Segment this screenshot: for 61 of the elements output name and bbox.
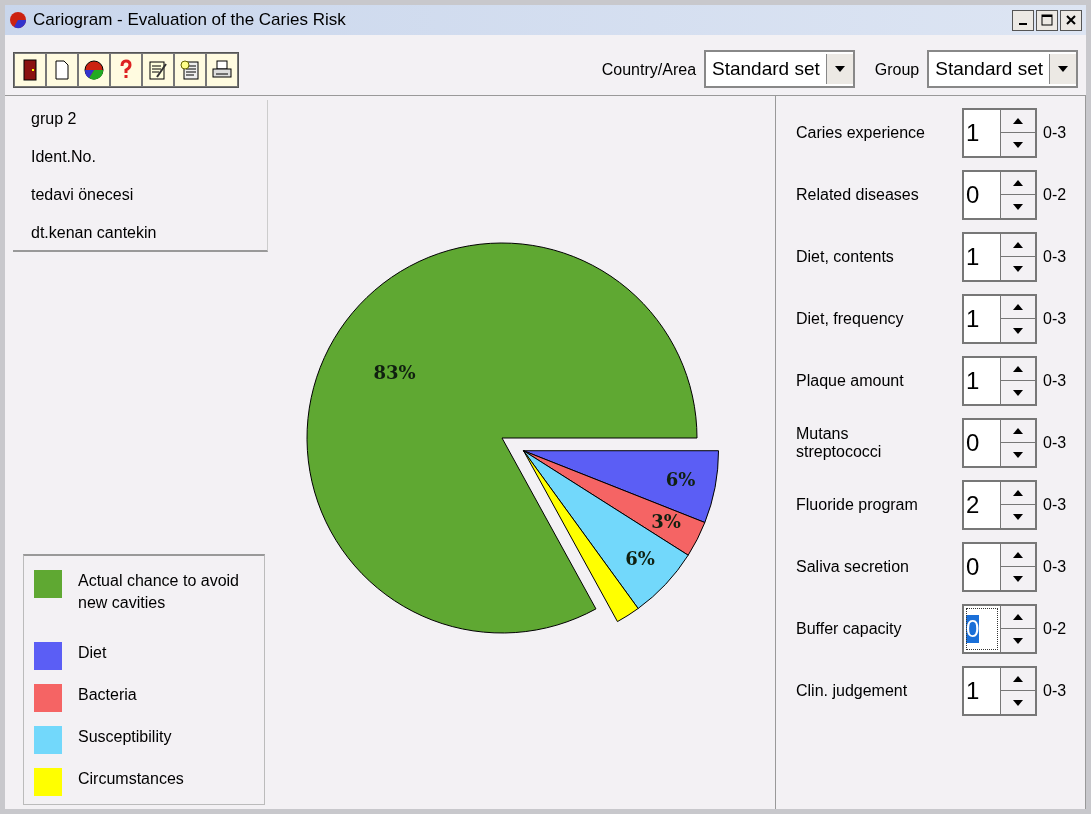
minimize-button[interactable] xyxy=(1012,9,1034,31)
factor-range: 0-3 xyxy=(1043,248,1067,266)
patient-info-text: Ident.No. xyxy=(31,148,97,166)
factor-range: 0-3 xyxy=(1043,682,1067,700)
factor-label: Diet, contents xyxy=(796,248,895,266)
factor-label: Mutans streptococci xyxy=(796,425,883,461)
country-label: Country/Area xyxy=(601,61,697,79)
chart-button[interactable] xyxy=(78,53,110,87)
page-icon xyxy=(52,59,72,81)
country-dropdown[interactable]: Standard set xyxy=(704,50,855,88)
edit-button[interactable] xyxy=(142,53,174,87)
factor-label: Caries experience xyxy=(796,124,926,142)
door-icon xyxy=(20,59,40,81)
factor-label: Diet, frequency xyxy=(796,310,905,328)
window-title: Cariogram - Evaluation of the Caries Risk xyxy=(33,10,347,30)
factor-range: 0-3 xyxy=(1043,558,1067,576)
factor-range: 0-3 xyxy=(1043,434,1067,452)
slice-percentage: 6% xyxy=(665,468,696,490)
new-button[interactable] xyxy=(46,53,78,87)
legend-label: Susceptibility xyxy=(78,727,172,747)
legend-label: Bacteria xyxy=(78,685,137,705)
factor-label: Fluoride program xyxy=(796,496,919,514)
factor-range: 0-3 xyxy=(1043,124,1067,142)
slice-percentage: 6% xyxy=(625,548,655,570)
caret-icon xyxy=(1058,66,1068,72)
legend-label: Circumstances xyxy=(78,769,184,789)
help-icon xyxy=(118,59,134,81)
notes-button[interactable] xyxy=(174,53,206,87)
group-label: Group xyxy=(874,61,920,79)
patient-info-text: grup 2 xyxy=(31,110,78,128)
caret-icon xyxy=(834,66,845,72)
close-button[interactable] xyxy=(1060,9,1082,31)
patient-info-text: tedavi önecesi xyxy=(31,186,135,204)
exit-button[interactable] xyxy=(14,53,46,87)
printer-icon xyxy=(211,59,233,81)
factor-range: 0-2 xyxy=(1043,620,1067,638)
help-button[interactable] xyxy=(110,53,142,87)
factor-range: 0-2 xyxy=(1043,186,1067,204)
factor-range: 0-3 xyxy=(1043,372,1067,390)
factor-label: Related diseases xyxy=(796,186,920,204)
print-button[interactable] xyxy=(206,53,238,87)
factor-label: Buffer capacity xyxy=(796,620,903,638)
edit-icon xyxy=(147,59,169,81)
group-dropdown[interactable]: Standard set xyxy=(927,50,1078,88)
pie-icon xyxy=(83,59,105,81)
factor-label: Plaque amount xyxy=(796,372,905,390)
maximize-icon xyxy=(1041,14,1053,26)
close-icon xyxy=(1065,14,1077,26)
slice-percentage: 3% xyxy=(651,511,681,533)
factor-range: 0-3 xyxy=(1043,310,1067,328)
legend-label: Actual chance to avoid new cavities xyxy=(78,571,240,613)
minimize-icon xyxy=(1019,23,1027,25)
pie-icon xyxy=(9,11,27,29)
maximize-button[interactable] xyxy=(1036,9,1058,31)
factor-label: Clin. judgement xyxy=(796,682,909,700)
document-icon xyxy=(179,59,201,81)
patient-info-text: dt.kenan cantekin xyxy=(31,224,158,242)
factor-range: 0-3 xyxy=(1043,496,1067,514)
legend-label: Diet xyxy=(78,643,107,663)
slice-percentage: 83% xyxy=(373,362,416,384)
factor-label: Saliva secretion xyxy=(796,558,910,576)
